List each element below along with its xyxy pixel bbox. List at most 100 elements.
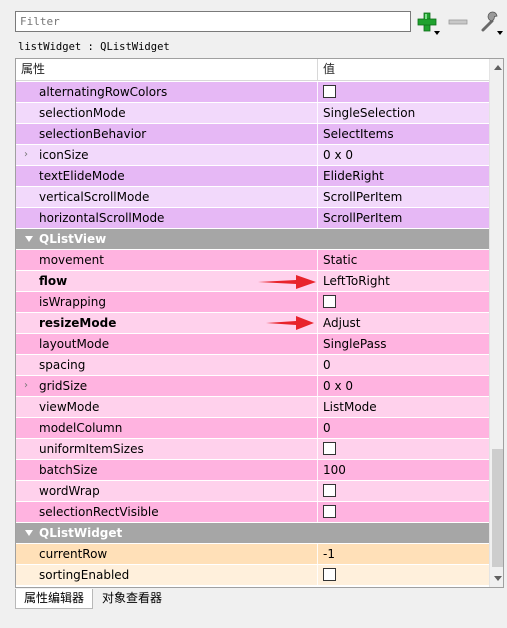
annotation-arrow-flow [258, 275, 316, 289]
property-name: spacing [16, 355, 318, 375]
property-name: wordWrap [16, 481, 318, 501]
property-row-view-mode[interactable]: viewMode ListMode [16, 397, 489, 418]
property-row-resize-mode[interactable]: resizeMode Adjust [16, 313, 489, 334]
property-row-text-elide-mode[interactable]: textElideMode ElideRight [16, 166, 489, 187]
property-row-uniform-item-sizes[interactable]: uniformItemSizes [16, 439, 489, 460]
property-value[interactable]: SingleSelection [318, 103, 489, 123]
property-column-header[interactable]: 属性 [16, 59, 318, 80]
property-row-movement[interactable]: movement Static [16, 250, 489, 271]
property-value[interactable] [318, 82, 489, 102]
property-value[interactable]: 100 [318, 460, 489, 480]
property-value[interactable] [318, 481, 489, 501]
property-row-layout-mode[interactable]: layoutMode SinglePass [16, 334, 489, 355]
property-name-label: resizeMode [39, 316, 117, 330]
property-name-label: movement [39, 253, 104, 267]
property-name: › iconSize [16, 145, 318, 165]
property-row-grid-size[interactable]: › gridSize 0 x 0 [16, 376, 489, 397]
section-header-qlist-widget[interactable]: QListWidget [16, 523, 489, 544]
property-value-label: SingleSelection [323, 106, 416, 120]
configure-button[interactable] [477, 8, 503, 36]
property-value[interactable]: -1 [318, 544, 489, 564]
property-value[interactable] [318, 502, 489, 522]
checkbox[interactable] [323, 484, 336, 497]
scroll-down-button[interactable] [490, 570, 503, 587]
property-row-icon-size[interactable]: › iconSize 0 x 0 [16, 145, 489, 166]
checkbox[interactable] [323, 568, 336, 581]
property-value[interactable]: 0 x 0 [318, 145, 489, 165]
property-value-label: LeftToRight [323, 274, 390, 288]
property-name-label: batchSize [39, 463, 98, 477]
property-value[interactable]: SinglePass [318, 334, 489, 354]
property-name-label: iconSize [39, 148, 89, 162]
property-value[interactable]: SelectItems [318, 124, 489, 144]
checkbox[interactable] [323, 505, 336, 518]
tab-object-inspector[interactable]: 对象查看器 [93, 589, 172, 609]
property-name: › gridSize [16, 376, 318, 396]
property-row-spacing[interactable]: spacing 0 [16, 355, 489, 376]
property-name: viewMode [16, 397, 318, 417]
property-row-horizontal-scroll-mode[interactable]: horizontalScrollMode ScrollPerItem [16, 208, 489, 229]
arrow-down-icon [493, 576, 502, 581]
toolbar [0, 0, 507, 40]
property-value-label: ScrollPerItem [323, 190, 403, 204]
property-value[interactable] [318, 292, 489, 312]
property-value-label: Adjust [323, 316, 361, 330]
filter-input[interactable] [15, 11, 411, 32]
property-value[interactable] [318, 565, 489, 585]
scroll-up-button[interactable] [490, 59, 503, 76]
property-value-label: ScrollPerItem [323, 211, 403, 225]
property-value[interactable]: ScrollPerItem [318, 208, 489, 228]
property-name-label: textElideMode [39, 169, 125, 183]
property-value-label: 100 [323, 463, 346, 477]
property-value[interactable]: ListMode [318, 397, 489, 417]
property-row-vertical-scroll-mode[interactable]: verticalScrollMode ScrollPerItem [16, 187, 489, 208]
checkbox[interactable] [323, 85, 336, 98]
collapse-arrow-icon[interactable] [25, 235, 33, 242]
property-row-sorting-enabled[interactable]: sortingEnabled [16, 565, 489, 586]
property-name: verticalScrollMode [16, 187, 318, 207]
property-value[interactable]: Static [318, 250, 489, 270]
property-row-selection-rect-visible[interactable]: selectionRectVisible [16, 502, 489, 523]
property-editor-panel: 属性 值 alternatingRowColors selectionMode Si… [15, 58, 504, 588]
property-row-selection-behavior[interactable]: selectionBehavior SelectItems [16, 124, 489, 145]
property-value[interactable]: 0 [318, 355, 489, 375]
tab-property-editor[interactable]: 属性编辑器 [15, 589, 94, 609]
property-row-batch-size[interactable]: batchSize 100 [16, 460, 489, 481]
property-value-label: Static [323, 253, 358, 267]
property-value[interactable]: LeftToRight [318, 271, 489, 291]
property-name-label: isWrapping [39, 295, 106, 309]
collapse-arrow-icon[interactable] [25, 529, 33, 536]
checkbox[interactable] [323, 442, 336, 455]
expand-chevron-icon[interactable]: › [24, 145, 28, 165]
section-label: QListView [39, 232, 107, 246]
property-name: uniformItemSizes [16, 439, 318, 459]
property-name-label: selectionRectVisible [39, 505, 159, 519]
property-row-selection-mode[interactable]: selectionMode SingleSelection [16, 103, 489, 124]
section-title: QListView [16, 229, 318, 249]
property-value[interactable] [318, 439, 489, 459]
property-value[interactable]: 0 [318, 418, 489, 438]
checkbox[interactable] [323, 295, 336, 308]
property-row-model-column[interactable]: modelColumn 0 [16, 418, 489, 439]
property-value[interactable]: 0 x 0 [318, 376, 489, 396]
property-value[interactable]: Adjust [318, 313, 489, 333]
scrollbar-thumb[interactable] [492, 449, 503, 567]
section-header-qlist-view[interactable]: QListView [16, 229, 489, 250]
expand-chevron-icon[interactable]: › [24, 376, 28, 396]
property-row-current-row[interactable]: currentRow -1 [16, 544, 489, 565]
remove-property-button[interactable] [445, 8, 471, 36]
property-value-label: 0 x 0 [323, 379, 353, 393]
property-row-flow[interactable]: flow LeftToRight [16, 271, 489, 292]
property-name: textElideMode [16, 166, 318, 186]
property-row-alternating-row-colors[interactable]: alternatingRowColors [16, 82, 489, 103]
property-row-is-wrapping[interactable]: isWrapping [16, 292, 489, 313]
property-value[interactable]: ScrollPerItem [318, 187, 489, 207]
property-name-label: layoutMode [39, 337, 110, 351]
property-name-label: verticalScrollMode [39, 190, 150, 204]
property-value[interactable]: ElideRight [318, 166, 489, 186]
property-value-label: ElideRight [323, 169, 384, 183]
vertical-scrollbar[interactable] [489, 59, 503, 587]
value-column-header[interactable]: 值 [318, 59, 489, 80]
property-row-word-wrap[interactable]: wordWrap [16, 481, 489, 502]
add-property-button[interactable] [414, 8, 440, 36]
